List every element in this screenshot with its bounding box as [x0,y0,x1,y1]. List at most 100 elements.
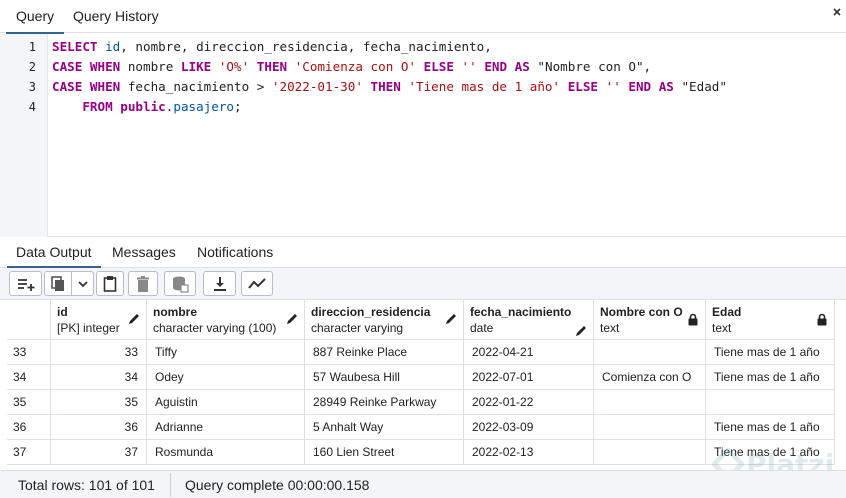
cell-direccion[interactable]: 28949 Reinke Parkway [305,390,464,415]
cell-fecha[interactable]: 2022-01-22 [464,390,594,415]
column-header-id[interactable]: id [PK] integer [51,300,147,340]
code-token: , [120,39,136,54]
cell-fecha[interactable]: 2022-02-13 [464,440,594,465]
row-number[interactable]: 35 [7,390,51,415]
column-type: character varying (100) [153,321,277,335]
code-token: 'Tiene mas de 1 año' [408,79,561,94]
result-tabs: Data Output Messages Notifications [0,238,846,268]
code-token: nombre [127,59,181,74]
code-token: THEN [256,59,295,74]
code-token: THEN [370,79,409,94]
copy-button[interactable] [44,271,72,296]
sql-editor[interactable]: 1 2 3 4 SELECT id, nombre, direccion_res… [0,34,846,237]
code-token: SELECT [52,39,106,54]
code-token: , [484,39,492,54]
code-token: '2022-01-30' [271,79,363,94]
row-number[interactable]: 33 [7,340,51,365]
column-name: id [57,305,68,319]
cell-nombre[interactable]: Tiffy [147,340,305,365]
code-token: pasajero [173,99,235,114]
column-type: character varying [311,321,404,335]
cell-edad[interactable]: Tiene mas de 1 año [706,415,835,440]
column-header-edad[interactable]: Edad text [706,300,835,340]
row-number-header [7,300,51,340]
download-button[interactable] [203,271,236,296]
pencil-icon[interactable] [575,325,587,340]
pencil-icon[interactable] [445,313,457,328]
graph-button[interactable] [241,271,273,296]
code-line: SELECT id, nombre, direccion_residencia,… [52,39,492,54]
tab-query[interactable]: Query [5,0,65,34]
cell-nombre-con-o[interactable] [594,440,706,465]
cell-direccion[interactable]: 160 Lien Street [305,440,464,465]
column-header-nombre-con-o[interactable]: Nombre con O text [594,300,706,340]
save-data-button[interactable] [164,271,196,296]
paste-icon [102,275,118,293]
cell-nombre-con-o[interactable]: Comienza con O [594,365,706,390]
column-header-direccion-residencia[interactable]: direccion_residencia character varying [305,300,464,340]
copy-options-button[interactable] [71,271,94,296]
delete-button[interactable] [128,271,158,296]
cell-nombre-con-o[interactable] [594,390,706,415]
cell-id[interactable]: 35 [51,390,147,415]
tab-notifications[interactable]: Notifications [197,238,273,267]
lock-icon [816,313,828,329]
column-type: text [600,321,620,335]
cell-fecha[interactable]: 2022-04-21 [464,340,594,365]
copy-icon [50,275,66,293]
cell-direccion[interactable]: 57 Waubesa Hill [305,365,464,390]
tab-query-history[interactable]: Query History [73,0,159,33]
column-header-nombre[interactable]: nombre character varying (100) [147,300,305,340]
column-name: Nombre con O [600,305,683,319]
add-row-icon [16,276,36,292]
cell-direccion[interactable]: 887 Reinke Place [305,340,464,365]
cell-nombre[interactable]: Adrianne [147,415,305,440]
cell-nombre[interactable]: Odey [147,365,305,390]
cell-edad[interactable]: Tiene mas de 1 año [706,365,835,390]
lock-icon [687,313,699,329]
close-icon[interactable] [832,6,846,24]
row-number[interactable]: 36 [7,415,51,440]
row-number[interactable]: 37 [7,440,51,465]
pencil-icon[interactable] [286,313,298,328]
code-token: END [628,79,659,94]
code-token: id [105,39,121,54]
column-name: nombre [153,305,198,319]
code-token: AS [658,79,682,94]
cell-fecha[interactable]: 2022-07-01 [464,365,594,390]
column-name: Edad [712,305,742,319]
paste-button[interactable] [96,271,124,296]
cell-id[interactable]: 33 [51,340,147,365]
status-divider [170,473,171,497]
cell-id[interactable]: 36 [51,415,147,440]
cell-fecha[interactable]: 2022-03-09 [464,415,594,440]
code-token: CASE [52,59,90,74]
code-token: CASE [52,79,90,94]
download-icon [212,275,228,293]
cell-nombre[interactable]: Rosmunda [147,440,305,465]
tab-messages[interactable]: Messages [112,238,176,267]
cell-nombre-con-o[interactable] [594,415,706,440]
code-token: ELSE [423,59,462,74]
tab-data-output[interactable]: Data Output [7,238,100,268]
code-token: public [120,99,166,114]
cell-edad[interactable]: Tiene mas de 1 año [706,340,835,365]
column-header-fecha-nacimiento[interactable]: fecha_nacimiento date [464,300,594,340]
cell-nombre[interactable]: Aguistin [147,390,305,415]
code-token: WHEN [89,79,128,94]
code-token: WHEN [89,59,128,74]
data-toolbar [0,268,846,300]
line-number: 2 [28,60,36,74]
pencil-icon[interactable] [128,313,140,328]
cell-id[interactable]: 37 [51,440,147,465]
cell-id[interactable]: 34 [51,365,147,390]
cell-edad[interactable] [706,390,835,415]
row-number[interactable]: 34 [7,365,51,390]
cell-nombre-con-o[interactable] [594,340,706,365]
add-row-button[interactable] [9,271,42,296]
cell-direccion[interactable]: 5 Anhalt Way [305,415,464,440]
